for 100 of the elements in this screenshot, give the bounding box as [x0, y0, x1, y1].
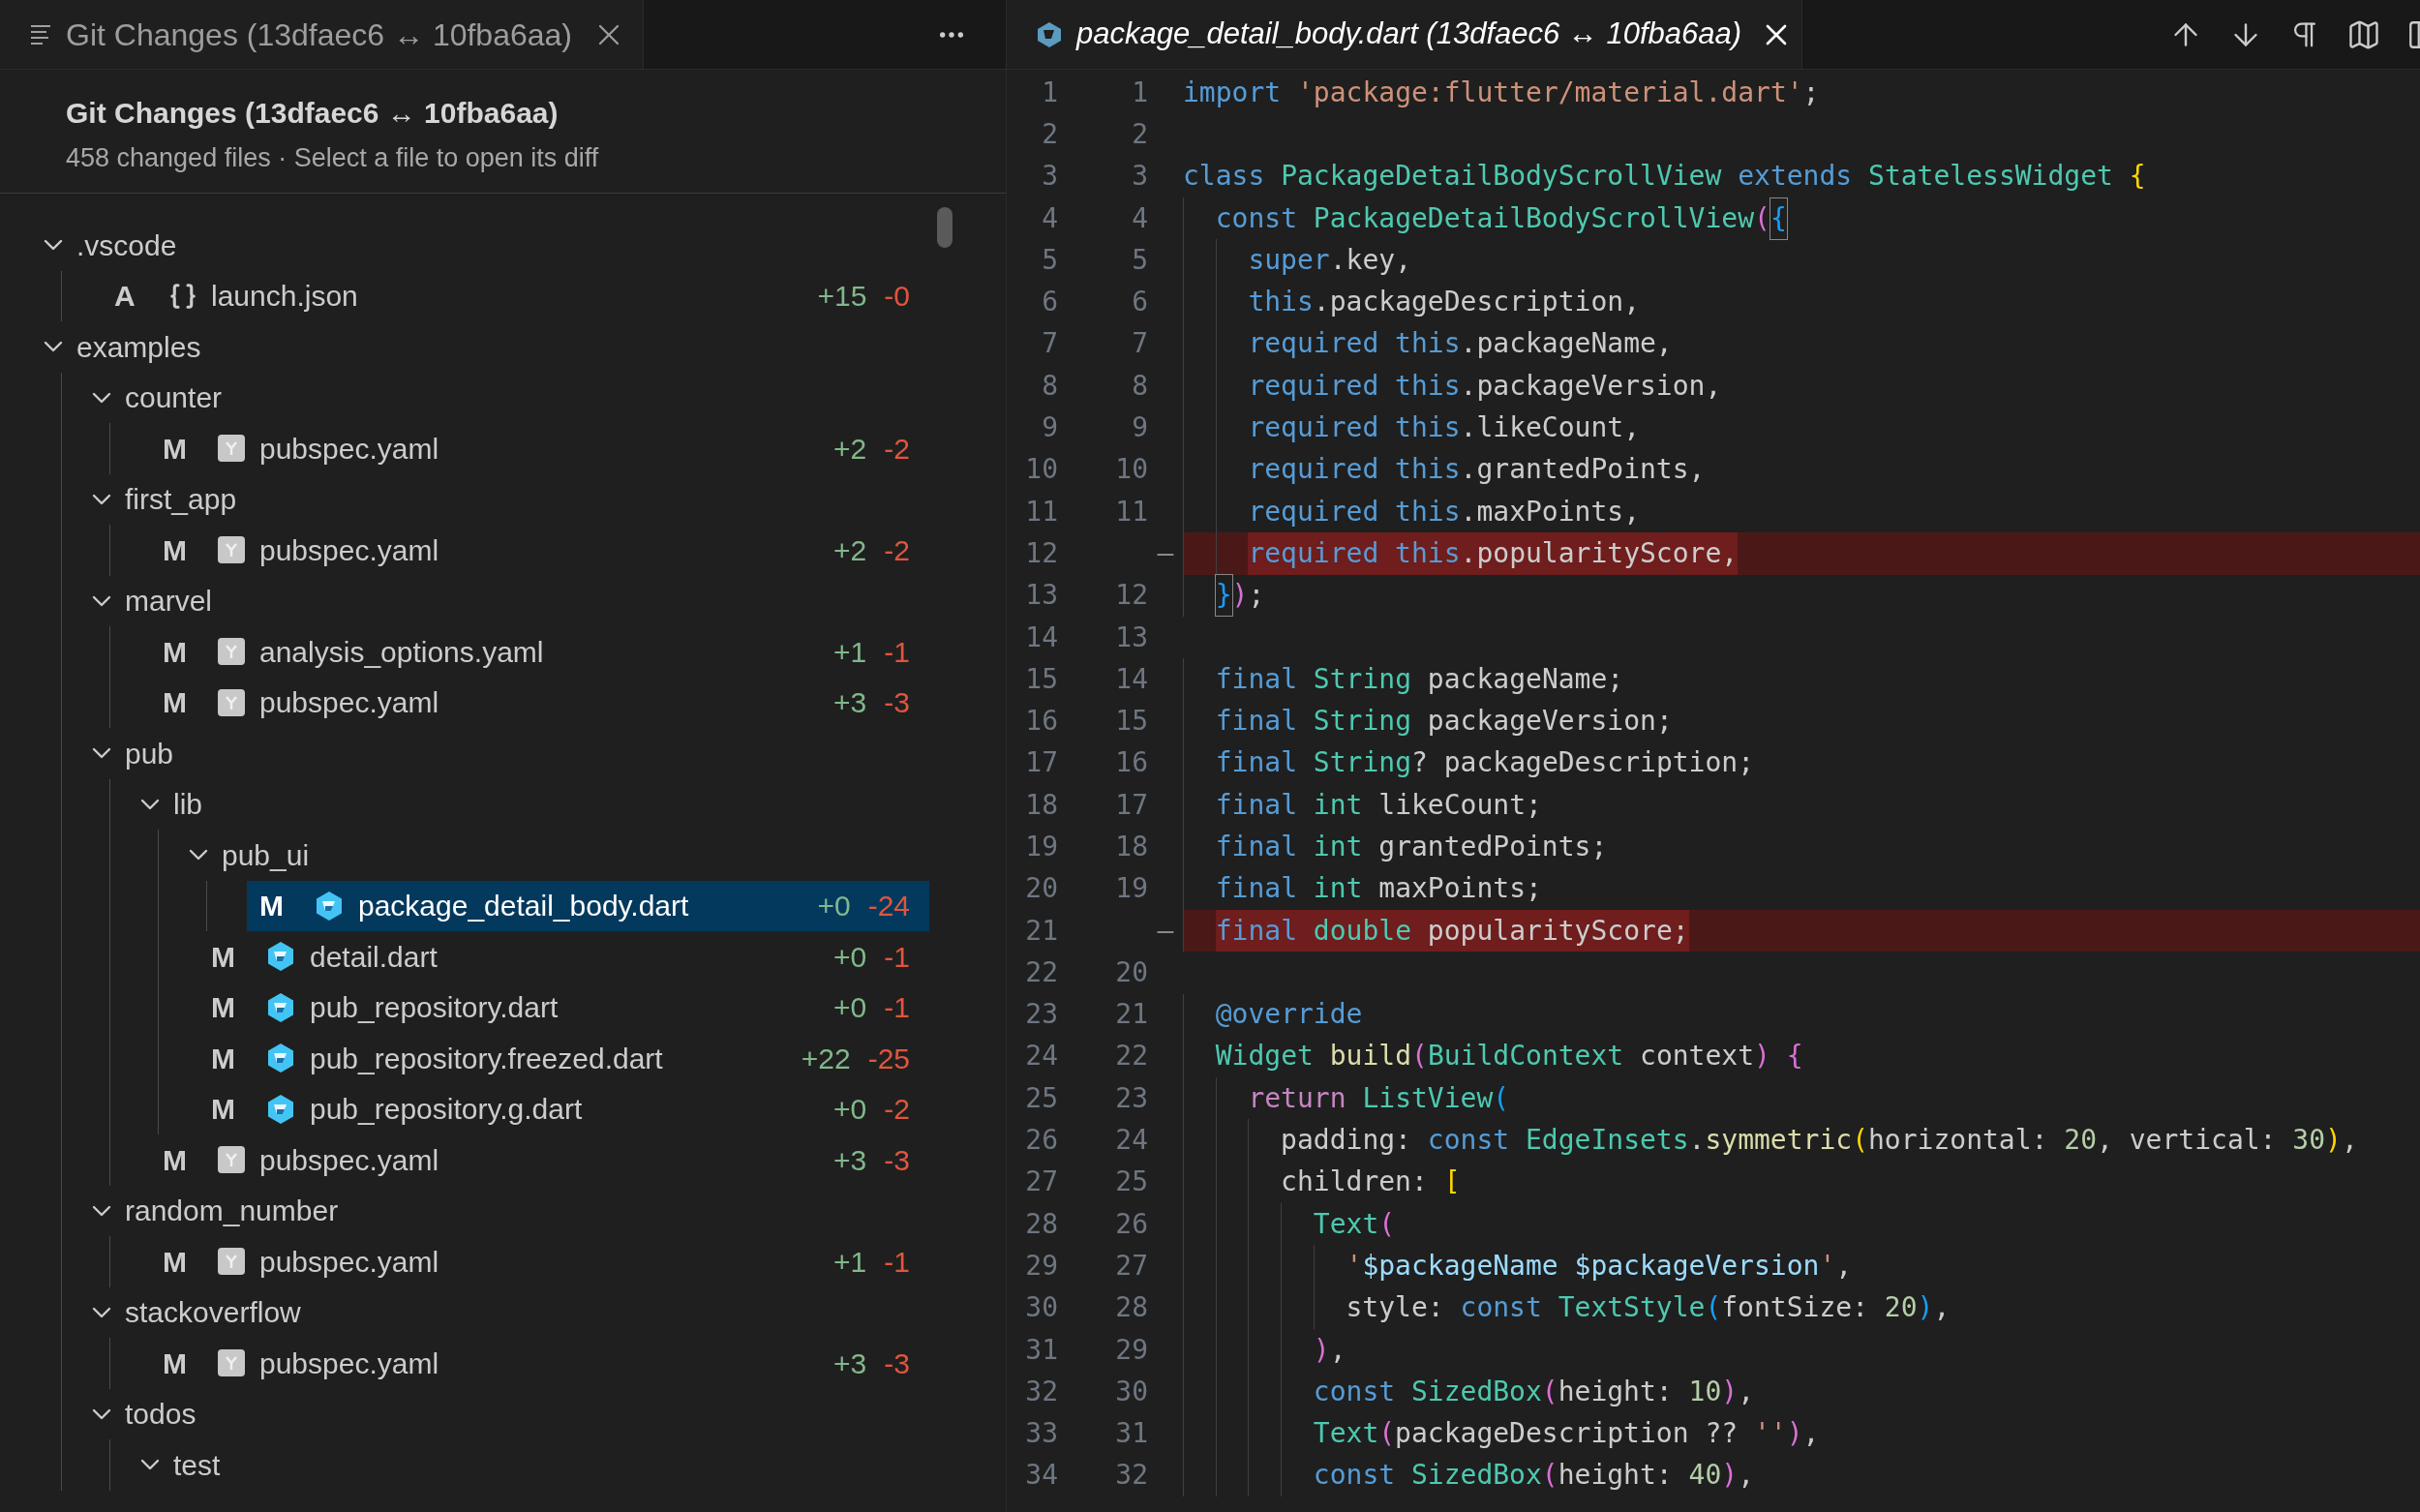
line-number: 23 [1024, 997, 1058, 1033]
removed-count: -2 [884, 532, 910, 568]
file-name: pub_repository.dart [310, 990, 559, 1026]
status-letter: M [163, 1244, 188, 1280]
line-number: 31 [1024, 1332, 1058, 1368]
editor-tab[interactable]: package_detail_body.dart (13dfaec6 ↔ 10fba6aa) [1007, 0, 1802, 69]
line-number: 26 [1024, 1123, 1058, 1159]
line-number: 16 [1114, 745, 1148, 781]
file-row[interactable]: M pubspec.yaml +3 -3 [150, 1338, 929, 1389]
file-row[interactable]: M pubspec.yaml +1 -1 [150, 1236, 929, 1287]
file-name: pubspec.yaml [259, 1142, 439, 1178]
line-number: 8 [1041, 368, 1058, 404]
folder-name[interactable]: lib [173, 782, 202, 827]
status-letter: M [211, 1041, 236, 1076]
line-number: 33 [1024, 1416, 1058, 1452]
code-line: final int grantedPoints; [1215, 830, 1608, 864]
removed-count: -1 [884, 634, 910, 670]
line-number: 18 [1114, 830, 1148, 864]
folder-name[interactable]: todos [125, 1392, 197, 1436]
code-line: final int maxPoints; [1215, 871, 1542, 907]
line-number: 8 [1131, 368, 1148, 404]
removed-count: -1 [884, 1244, 910, 1280]
folder-name[interactable]: first_app [125, 477, 237, 522]
line-number: 30 [1024, 1290, 1058, 1326]
file-row[interactable]: M pub_repository.freezed.dart +22 -25 [198, 1033, 929, 1084]
file-name: launch.json [211, 279, 358, 315]
removed-count: -3 [884, 1142, 910, 1178]
file-row[interactable]: M pubspec.yaml +2 -2 [150, 525, 929, 576]
status-letter: A [114, 279, 136, 315]
line-number: 32 [1024, 1374, 1058, 1409]
folder-name[interactable]: random_number [125, 1189, 339, 1233]
file-row[interactable]: M pubspec.yaml +3 -3 [150, 677, 929, 728]
code-line: ), [1313, 1332, 1346, 1368]
line-number: 17 [1024, 745, 1058, 781]
added-count: +3 [833, 685, 867, 721]
panel-tab[interactable]: Git Changes (13dfaec6 ↔ 10fba6aa) [0, 0, 644, 69]
folder-name[interactable]: .vscode [76, 223, 177, 267]
code-line: import 'package:flutter/material.dart'; [1183, 75, 1820, 110]
file-name: pubspec.yaml [259, 431, 439, 467]
file-row[interactable]: M pubspec.yaml +2 -2 [150, 423, 929, 474]
code-line: required this.likeCount, [1248, 410, 1640, 445]
removed-count: -1 [884, 939, 910, 975]
code-line: style: const TextStyle(fontSize: 20), [1346, 1290, 1951, 1326]
removed-count: -0 [884, 279, 910, 315]
added-count: +1 [833, 634, 867, 670]
dart-file-icon [1036, 20, 1063, 48]
folder-name[interactable]: stackoverflow [125, 1290, 301, 1335]
code-line: const SizedBox(height: 40), [1313, 1458, 1754, 1494]
file-row[interactable]: A launch.json +15 -0 [102, 270, 929, 321]
file-row[interactable]: M package_detail_body.dart +0 -24 [247, 880, 929, 931]
code-line: final String packageVersion; [1215, 704, 1673, 740]
line-number: 22 [1024, 954, 1058, 990]
line-number: 20 [1114, 954, 1148, 990]
dart-file-icon [265, 1043, 296, 1074]
code-line: padding: const EdgeInsets.symmetric(horizontal: 20, vertical: 30), [1281, 1123, 2358, 1159]
line-number: 19 [1024, 830, 1058, 864]
status-letter: M [163, 1346, 188, 1381]
removed-count: -3 [884, 685, 910, 721]
line-number: 13 [1114, 620, 1148, 655]
added-count: +2 [833, 431, 867, 467]
status-letter: M [163, 1142, 188, 1178]
file-row[interactable]: M pub_repository.g.dart +0 -2 [198, 1083, 929, 1134]
folder-name[interactable]: examples [76, 324, 201, 369]
dart-file-icon [265, 991, 296, 1023]
line-number: 29 [1024, 1248, 1058, 1284]
line-number: 3 [1041, 159, 1058, 195]
file-name: pubspec.yaml [259, 1346, 439, 1381]
line-number: 2 [1041, 116, 1058, 152]
folder-name[interactable]: test [173, 1442, 221, 1487]
code-line: this.packageDescription, [1248, 285, 1640, 320]
code-line: const PackageDetailBodyScrollView({ [1215, 197, 1787, 240]
folder-name[interactable]: pub_ui [222, 832, 310, 877]
folder-name[interactable]: marvel [125, 579, 212, 623]
line-number: 24 [1114, 1123, 1148, 1159]
line-number: 10 [1114, 452, 1148, 488]
line-number: 25 [1024, 1080, 1058, 1116]
panel-subtitle: 458 changed files · Select a file to open its diff [66, 141, 600, 174]
file-row[interactable]: M pubspec.yaml +3 -3 [150, 1134, 929, 1186]
file-name: pub_repository.freezed.dart [310, 1041, 663, 1076]
removed-count: -3 [884, 1346, 910, 1381]
line-number: 27 [1114, 1248, 1148, 1284]
added-count: +0 [833, 990, 867, 1026]
file-row[interactable]: M detail.dart +0 -1 [198, 931, 929, 983]
line-number: 9 [1131, 410, 1148, 445]
folder-name[interactable]: pub [125, 731, 174, 775]
file-row[interactable]: M analysis_options.yaml +1 -1 [150, 626, 929, 678]
line-number: 24 [1024, 1039, 1058, 1074]
line-number: 21 [1024, 913, 1058, 949]
file-name: pubspec.yaml [259, 532, 439, 568]
file-row[interactable]: M pub_repository.dart +0 -1 [198, 982, 929, 1033]
status-letter: M [211, 1092, 236, 1128]
line-number: 12 [1024, 535, 1058, 571]
removed-count: -2 [884, 1092, 910, 1128]
code-line: final String? packageDescription; [1215, 745, 1755, 781]
code-line: const SizedBox(height: 10), [1313, 1374, 1754, 1409]
yaml-file-icon [217, 535, 246, 565]
code-line: required this.packageVersion, [1248, 368, 1722, 404]
folder-name[interactable]: counter [125, 376, 223, 420]
line-number: 14 [1114, 661, 1148, 697]
scrollbar-thumb[interactable] [937, 207, 953, 248]
